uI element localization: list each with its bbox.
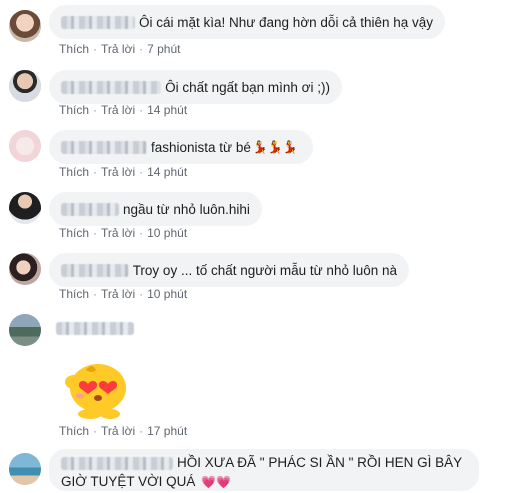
dancer-emoji: 💃💃💃 [252, 140, 298, 154]
blurred-name[interactable] [61, 140, 147, 154]
comment-actions: Thích · Trả lời · 10 phút [59, 226, 188, 240]
timestamp[interactable]: 17 phút [147, 424, 187, 438]
reply-link[interactable]: Trả lời [101, 42, 135, 56]
like-link[interactable]: Thích [59, 42, 89, 56]
like-link[interactable]: Thích [59, 287, 89, 301]
reply-link[interactable]: Trả lời [101, 165, 135, 179]
blurred-name[interactable] [61, 80, 162, 94]
timestamp[interactable]: 10 phút [147, 287, 187, 301]
blurred-name[interactable] [61, 202, 119, 216]
comment-text: Ôi cái mặt kìa! Như đang hờn dỗi cả thiê… [138, 14, 433, 30]
reply-link[interactable]: Trả lời [101, 103, 135, 117]
reply-link[interactable]: Trả lời [101, 226, 135, 240]
comment-text: fashionista từ bé [151, 139, 251, 155]
heart-emoji: 💗💗 [201, 475, 232, 489]
like-link[interactable]: Thích [59, 165, 89, 179]
like-link[interactable]: Thích [59, 103, 89, 117]
blurred-name[interactable] [56, 322, 134, 335]
comment-bubble: HỒI XƯA ĐÃ " PHÁC SI ẦN " RỒI HEN GÌ BÂY… [49, 449, 479, 491]
comment-actions: Thích · Trả lời · 10 phút [59, 287, 188, 301]
avatar[interactable] [9, 10, 41, 42]
blurred-name[interactable] [61, 263, 129, 277]
comment-text: Troy oy ... tố chất người mẫu từ nhỏ luô… [132, 262, 397, 278]
comment-bubble: fashionista từ bé 💃💃💃 [49, 130, 313, 164]
timestamp[interactable]: 14 phút [147, 103, 187, 117]
comment-actions: Thích · Trả lời · 14 phút [59, 165, 188, 179]
blurred-name[interactable] [61, 15, 135, 29]
comment-bubble: Troy oy ... tố chất người mẫu từ nhỏ luô… [49, 253, 409, 287]
reply-link[interactable]: Trả lời [101, 287, 135, 301]
avatar[interactable] [9, 192, 41, 224]
comment-bubble: ngầu từ nhỏ luôn.hihi [49, 192, 262, 226]
comment-actions: Thích · Trả lời · 17 phút [59, 424, 188, 438]
like-link[interactable]: Thích [59, 226, 89, 240]
timestamp[interactable]: 7 phút [147, 42, 180, 56]
blurred-name[interactable] [61, 456, 173, 470]
comment-bubble: Ôi chất ngất bạn mình ơi ;)) [49, 70, 342, 104]
comment-text: ngầu từ nhỏ luôn.hihi [123, 201, 250, 217]
timestamp[interactable]: 14 phút [147, 165, 187, 179]
avatar[interactable] [9, 70, 41, 102]
heart-eyes-chick-sticker [65, 364, 126, 419]
avatar[interactable] [9, 453, 41, 485]
timestamp[interactable]: 10 phút [147, 226, 187, 240]
comment-actions: Thích · Trả lời · 14 phút [59, 103, 188, 117]
comment-text: Ôi chất ngất bạn mình ơi ;)) [165, 79, 330, 95]
comment-actions: Thích · Trả lời · 7 phút [59, 42, 181, 56]
like-link[interactable]: Thích [59, 424, 89, 438]
comment-bubble: Ôi cái mặt kìa! Như đang hờn dỗi cả thiê… [49, 5, 445, 39]
reply-link[interactable]: Trả lời [101, 424, 135, 438]
avatar[interactable] [9, 253, 41, 285]
avatar[interactable] [9, 130, 41, 162]
avatar[interactable] [9, 314, 41, 346]
